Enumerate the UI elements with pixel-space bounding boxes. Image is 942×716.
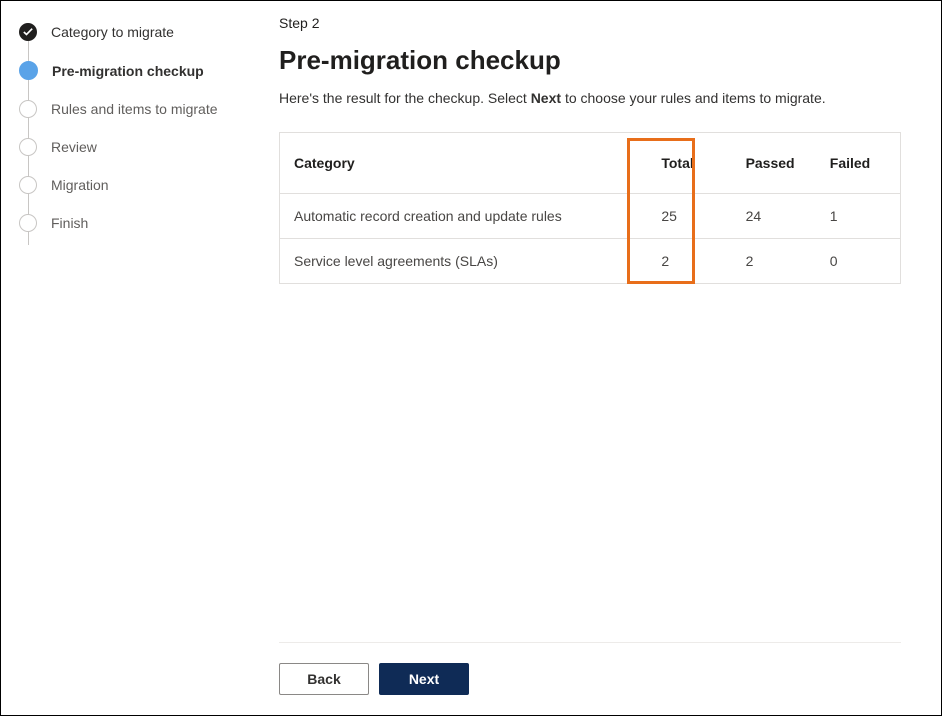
cell-category: Service level agreements (SLAs) bbox=[280, 239, 647, 284]
step-label: Finish bbox=[51, 215, 88, 231]
checkup-table-container: Category Total Passed Failed Automatic r… bbox=[279, 132, 901, 284]
wizard-steps-sidebar: Category to migrate Pre-migration checku… bbox=[1, 1, 261, 715]
upcoming-step-dot-icon bbox=[19, 100, 37, 118]
col-header-failed: Failed bbox=[816, 133, 900, 194]
step-review[interactable]: Review bbox=[19, 128, 251, 166]
step-label: Category to migrate bbox=[51, 24, 174, 40]
col-header-category: Category bbox=[280, 133, 647, 194]
description: Here's the result for the checkup. Selec… bbox=[279, 90, 901, 106]
step-label: Review bbox=[51, 139, 97, 155]
step-number: Step 2 bbox=[279, 15, 901, 31]
cell-total: 2 bbox=[647, 239, 731, 284]
col-header-passed: Passed bbox=[732, 133, 816, 194]
upcoming-step-dot-icon bbox=[19, 176, 37, 194]
cell-failed: 1 bbox=[816, 194, 900, 239]
step-finish[interactable]: Finish bbox=[19, 204, 251, 242]
main-content: Step 2 Pre-migration checkup Here's the … bbox=[261, 1, 941, 715]
step-category-to-migrate[interactable]: Category to migrate bbox=[19, 13, 251, 51]
next-button[interactable]: Next bbox=[379, 663, 469, 695]
upcoming-step-dot-icon bbox=[19, 138, 37, 156]
description-text-before: Here's the result for the checkup. Selec… bbox=[279, 90, 531, 106]
step-label: Migration bbox=[51, 177, 109, 193]
col-header-total: Total bbox=[647, 133, 731, 194]
step-pre-migration-checkup[interactable]: Pre-migration checkup bbox=[19, 51, 251, 90]
cell-passed: 24 bbox=[732, 194, 816, 239]
step-rules-and-items[interactable]: Rules and items to migrate bbox=[19, 90, 251, 128]
cell-total: 25 bbox=[647, 194, 731, 239]
table-row: Automatic record creation and update rul… bbox=[280, 194, 900, 239]
cell-passed: 2 bbox=[732, 239, 816, 284]
step-label: Pre-migration checkup bbox=[52, 63, 204, 79]
checkup-table: Category Total Passed Failed Automatic r… bbox=[280, 133, 900, 283]
step-label: Rules and items to migrate bbox=[51, 101, 218, 117]
step-migration[interactable]: Migration bbox=[19, 166, 251, 204]
cell-failed: 0 bbox=[816, 239, 900, 284]
check-icon bbox=[19, 23, 37, 41]
upcoming-step-dot-icon bbox=[19, 214, 37, 232]
table-row: Service level agreements (SLAs) 2 2 0 bbox=[280, 239, 900, 284]
current-step-dot-icon bbox=[19, 61, 38, 80]
footer-actions: Back Next bbox=[279, 642, 901, 695]
page-title: Pre-migration checkup bbox=[279, 45, 901, 76]
back-button[interactable]: Back bbox=[279, 663, 369, 695]
description-next-word: Next bbox=[531, 90, 561, 106]
cell-category: Automatic record creation and update rul… bbox=[280, 194, 647, 239]
description-text-after: to choose your rules and items to migrat… bbox=[565, 90, 826, 106]
